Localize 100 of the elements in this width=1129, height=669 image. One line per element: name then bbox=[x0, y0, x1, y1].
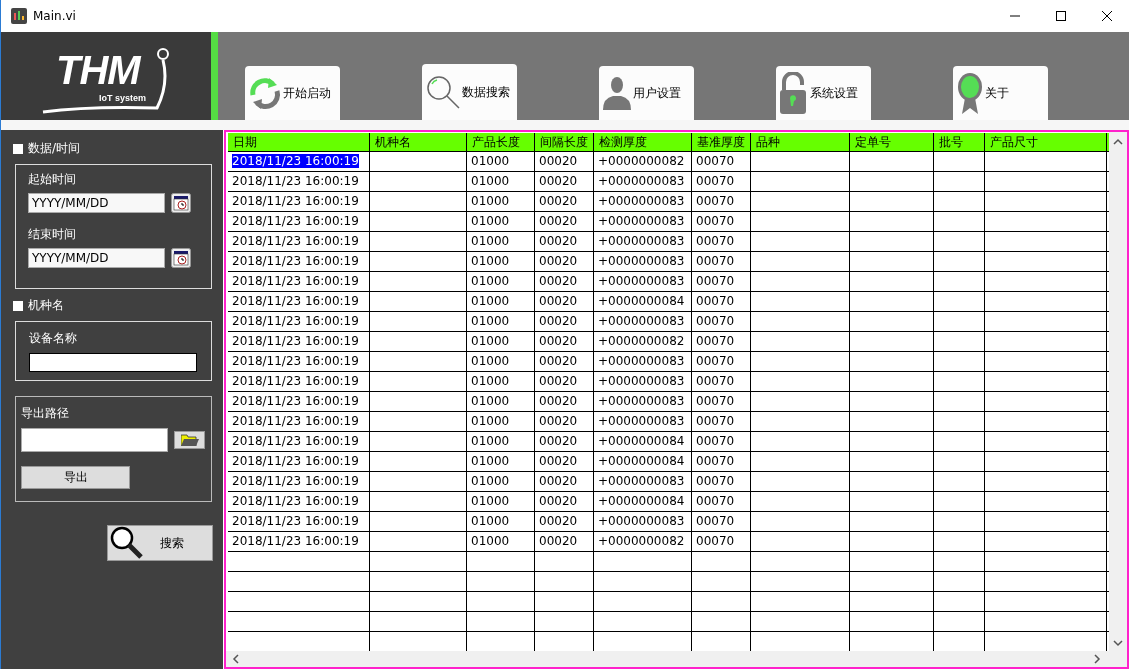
table-cell: 01000 bbox=[471, 234, 510, 248]
table-cell: +0000000083 bbox=[598, 274, 685, 288]
column-header[interactable]: 检测厚度 bbox=[594, 133, 692, 151]
table-cell: 01000 bbox=[471, 534, 510, 548]
table-cell: +0000000084 bbox=[598, 294, 685, 308]
table-cell: 01000 bbox=[471, 414, 510, 428]
table-cell: 00070 bbox=[696, 434, 735, 448]
table-cell: +0000000082 bbox=[598, 154, 685, 168]
table-cell: 00020 bbox=[539, 434, 578, 448]
nav-tab[interactable]: 系统设置 bbox=[776, 66, 871, 120]
table-cell: 01000 bbox=[471, 154, 510, 168]
end-date-field[interactable]: YYYY/MM/DD bbox=[28, 248, 165, 268]
column-header[interactable]: 基准厚度 bbox=[692, 133, 751, 151]
table-cell: 00070 bbox=[696, 274, 735, 288]
table-cell: 01000 bbox=[471, 174, 510, 188]
logo-text: THM bbox=[56, 50, 140, 90]
padlock-icon bbox=[780, 72, 808, 114]
table-cell: 00070 bbox=[696, 254, 735, 268]
table-cell: 01000 bbox=[471, 334, 510, 348]
column-header[interactable]: 产品长度 bbox=[467, 133, 535, 151]
field-label: 结束时间 bbox=[28, 226, 76, 243]
nav-tab[interactable]: 用户设置 bbox=[599, 66, 694, 120]
window-title: Main.vi bbox=[33, 9, 76, 23]
table-cell: 00020 bbox=[539, 334, 578, 348]
table-cell: 00020 bbox=[539, 314, 578, 328]
scroll-up-icon[interactable] bbox=[1113, 138, 1123, 146]
device-name-field[interactable] bbox=[29, 353, 197, 372]
field-label: 设备名称 bbox=[29, 330, 77, 347]
table-cell: 01000 bbox=[471, 454, 510, 468]
table-cell: 01000 bbox=[471, 274, 510, 288]
checkbox[interactable] bbox=[13, 143, 23, 154]
table-cell: +0000000083 bbox=[598, 314, 685, 328]
table-cell: 2018/11/23 16:00:19 bbox=[232, 374, 359, 388]
table-cell: +0000000083 bbox=[598, 194, 685, 208]
table-cell: 01000 bbox=[471, 314, 510, 328]
table-cell: +0000000082 bbox=[598, 334, 685, 348]
refresh-icon bbox=[249, 75, 281, 111]
checkbox-label: 机种名 bbox=[28, 297, 64, 314]
table-cell: +0000000083 bbox=[598, 474, 685, 488]
table-cell: 2018/11/23 16:00:19 bbox=[232, 414, 359, 428]
table-cell: 00020 bbox=[539, 354, 578, 368]
table-cell: 00070 bbox=[696, 414, 735, 428]
vertical-scrollbar[interactable] bbox=[1109, 132, 1127, 651]
nav-tab[interactable]: 关于 bbox=[953, 66, 1048, 120]
scroll-down-icon[interactable] bbox=[1113, 639, 1123, 647]
table-cell: 2018/11/23 16:00:19 bbox=[232, 434, 359, 448]
table-cell: +0000000083 bbox=[598, 254, 685, 268]
table-cell: 2018/11/23 16:00:19 bbox=[232, 254, 359, 268]
calendar-clock-icon[interactable] bbox=[171, 248, 191, 268]
table-cell: +0000000083 bbox=[598, 414, 685, 428]
search-button[interactable]: 搜索 bbox=[107, 525, 213, 561]
column-header[interactable]: 机种名 bbox=[370, 133, 467, 151]
table-cell: 00020 bbox=[539, 534, 578, 548]
scroll-right-icon[interactable] bbox=[1093, 654, 1101, 664]
table-cell: 00020 bbox=[539, 474, 578, 488]
close-icon[interactable] bbox=[1101, 10, 1113, 22]
table-cell: 00020 bbox=[539, 514, 578, 528]
browse-folder-button[interactable] bbox=[174, 431, 205, 449]
table-cell: 00020 bbox=[539, 234, 578, 248]
table-cell: 00070 bbox=[696, 194, 735, 208]
table-cell: 2018/11/23 16:00:19 bbox=[232, 194, 359, 208]
table-cell: 01000 bbox=[471, 474, 510, 488]
table-cell: 00020 bbox=[539, 494, 578, 508]
table-cell: 00070 bbox=[696, 154, 735, 168]
table-cell: 2018/11/23 16:00:19 bbox=[232, 274, 359, 288]
calendar-clock-icon[interactable] bbox=[171, 193, 191, 213]
table-cell: 2018/11/23 16:00:19 bbox=[232, 214, 359, 228]
table-cell: 00070 bbox=[696, 214, 735, 228]
export-button[interactable]: 导出 bbox=[21, 466, 130, 489]
table-cell: +0000000083 bbox=[598, 354, 685, 368]
user-icon bbox=[603, 76, 631, 110]
table-cell: +0000000083 bbox=[598, 394, 685, 408]
table-cell: 01000 bbox=[471, 434, 510, 448]
search-icon bbox=[426, 75, 460, 109]
field-label: 起始时间 bbox=[28, 171, 76, 188]
table-cell: 00020 bbox=[539, 174, 578, 188]
column-header[interactable]: 间隔长度 bbox=[535, 133, 594, 151]
table-cell: 00070 bbox=[696, 534, 735, 548]
column-header[interactable]: 产品尺寸 bbox=[985, 133, 1107, 151]
column-header[interactable]: 定单号 bbox=[850, 133, 934, 151]
table-cell: 2018/11/23 16:00:19 bbox=[232, 534, 359, 548]
maximize-icon[interactable] bbox=[1055, 10, 1067, 22]
checkbox[interactable] bbox=[13, 300, 23, 311]
start-date-field[interactable]: YYYY/MM/DD bbox=[28, 193, 165, 213]
table-cell: 00020 bbox=[539, 414, 578, 428]
scroll-left-icon[interactable] bbox=[232, 654, 240, 664]
nav-tab[interactable]: 数据搜索 bbox=[422, 64, 517, 120]
table-cell: 00070 bbox=[696, 374, 735, 388]
table-cell: +0000000084 bbox=[598, 494, 685, 508]
table-cell: 2018/11/23 16:00:19 bbox=[232, 494, 359, 508]
export-path-field[interactable] bbox=[21, 428, 168, 452]
table-cell: 01000 bbox=[471, 494, 510, 508]
table-cell: 00020 bbox=[539, 374, 578, 388]
column-header[interactable]: 品种 bbox=[751, 133, 850, 151]
nav-tab[interactable]: 开始启动 bbox=[245, 66, 340, 120]
table-cell: 2018/11/23 16:00:19 bbox=[232, 174, 359, 188]
horizontal-scrollbar[interactable] bbox=[226, 651, 1127, 667]
column-header[interactable]: 日期 bbox=[228, 133, 370, 151]
column-header[interactable]: 批号 bbox=[934, 133, 985, 151]
table-cell: 01000 bbox=[471, 374, 510, 388]
